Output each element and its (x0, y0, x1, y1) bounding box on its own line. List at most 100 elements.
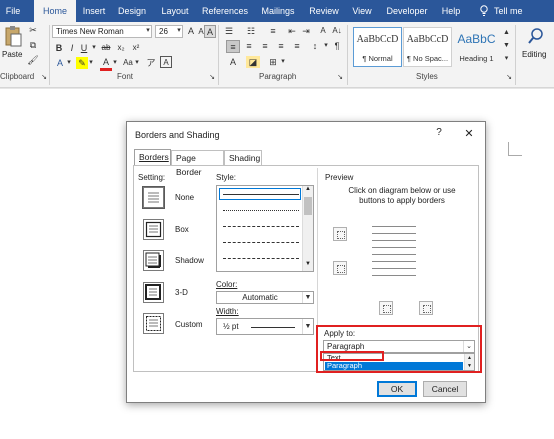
align-left-icon[interactable]: ≡ (226, 40, 240, 53)
style-no-spacing[interactable]: AaBbCcD ¶ No Spac... (403, 27, 452, 67)
width-dropdown[interactable]: ½ pt ▼ (216, 318, 314, 335)
style-option-dotted[interactable] (223, 210, 299, 211)
tab-borders[interactable]: Borders (134, 149, 171, 166)
chevron-down-icon[interactable]: ▾ (112, 57, 118, 69)
distributed-icon[interactable]: ≡ (290, 40, 304, 52)
editing-button[interactable]: Editing (522, 50, 546, 59)
style-heading-1[interactable]: AaBbC Heading 1 (452, 27, 501, 67)
scroll-down-icon[interactable]: ▼ (502, 40, 511, 52)
lightbulb-icon[interactable] (476, 0, 492, 22)
increase-indent-icon[interactable]: ⇥ (300, 25, 312, 37)
chevron-down-icon[interactable]: ▾ (90, 42, 98, 54)
help-button[interactable]: ? (431, 127, 447, 138)
chevron-down-icon[interactable]: ▼ (302, 319, 313, 334)
tab-page-border[interactable]: Page Border (171, 150, 224, 177)
numbering-icon[interactable]: ☷ (244, 25, 258, 37)
tab-shading[interactable]: Shading (224, 150, 262, 165)
shading-icon[interactable]: ◪ (246, 56, 260, 68)
style-option-dash-dot[interactable] (223, 258, 299, 259)
tab-layout[interactable]: Layout (156, 0, 194, 22)
scroll-down-icon[interactable]: ▼ (304, 261, 312, 270)
dialog-launcher-icon[interactable]: ↘ (40, 72, 48, 84)
scroll-up-icon[interactable]: ▲ (304, 186, 312, 195)
justify-icon[interactable]: ≡ (274, 40, 288, 52)
chevron-down-icon[interactable]: ▼ (302, 292, 313, 303)
paragraph-mark-icon[interactable]: ¶ (330, 40, 344, 52)
tab-view[interactable]: View (348, 0, 376, 22)
dialog-launcher-icon[interactable]: ↘ (208, 72, 216, 84)
subscript-icon[interactable]: x₂ (115, 42, 127, 54)
chevron-down-icon[interactable]: ▾ (66, 57, 72, 69)
borders-icon[interactable]: ⊞ (266, 56, 280, 68)
bottom-border-button[interactable] (333, 261, 347, 275)
asian-typography-icon[interactable]: A (226, 56, 240, 68)
setting-shadow-icon[interactable] (143, 250, 164, 271)
tab-home[interactable]: Home (34, 0, 76, 22)
align-right-icon[interactable]: ≡ (258, 40, 272, 52)
tab-developer[interactable]: Developer (382, 0, 432, 22)
change-case-icon[interactable]: Aa (122, 57, 134, 69)
setting-custom-label[interactable]: Custom (175, 320, 203, 329)
setting-3d-label[interactable]: 3-D (175, 288, 188, 297)
style-normal[interactable]: AaBbCcD ¶ Normal (353, 27, 402, 67)
dialog-launcher-icon[interactable]: ↘ (336, 72, 344, 84)
style-list-scrollbar[interactable]: ▲ ▼ (302, 186, 313, 271)
grow-font-icon[interactable]: A (186, 25, 196, 37)
format-painter-icon[interactable]: 🖌 (27, 54, 39, 66)
phonetic-guide-icon[interactable]: ア (145, 57, 157, 69)
close-button[interactable]: ✕ (461, 127, 477, 140)
left-border-button[interactable] (379, 301, 393, 315)
ok-button[interactable]: OK (377, 381, 417, 397)
cancel-button[interactable]: Cancel (423, 381, 467, 397)
tab-file[interactable]: File (0, 0, 26, 22)
underline-icon[interactable]: U (79, 42, 89, 54)
dialog-launcher-icon[interactable]: ↘ (505, 72, 513, 84)
scroll-up-icon[interactable]: ▲ (502, 27, 511, 39)
tab-review[interactable]: Review (306, 0, 342, 22)
border-style-list[interactable]: ▲ ▼ (216, 185, 314, 272)
chevron-down-icon[interactable]: ▾ (175, 25, 183, 37)
tab-help[interactable]: Help (438, 0, 464, 22)
setting-custom-icon[interactable] (143, 313, 164, 334)
paste-button-label[interactable]: Paste (2, 50, 22, 59)
font-name-input[interactable]: Times New Roman (52, 25, 152, 38)
italic-icon[interactable]: I (67, 42, 77, 54)
chevron-down-icon[interactable]: ▾ (88, 57, 94, 69)
setting-none-label[interactable]: None (175, 193, 194, 202)
setting-none-icon[interactable] (143, 187, 164, 208)
tab-insert[interactable]: Insert (78, 0, 110, 22)
multilevel-list-icon[interactable]: ≡ (266, 25, 280, 37)
tell-me-search[interactable]: Tell me (494, 0, 530, 22)
line-spacing-icon[interactable]: ↕ (308, 40, 322, 52)
cut-icon[interactable]: ✂ (27, 24, 39, 36)
chevron-down-icon[interactable]: ▾ (144, 25, 152, 37)
bold-icon[interactable]: B (54, 42, 64, 54)
tab-references[interactable]: References (198, 0, 252, 22)
font-color-icon[interactable]: A (100, 56, 112, 71)
more-styles-icon[interactable]: ▾ (502, 53, 511, 65)
paste-icon[interactable] (3, 25, 23, 49)
setting-3d-icon[interactable] (143, 282, 164, 303)
chevron-down-icon[interactable]: ▾ (323, 40, 329, 52)
color-dropdown[interactable]: Automatic ▼ (216, 291, 314, 304)
style-option-dashed[interactable] (223, 226, 299, 227)
superscript-icon[interactable]: x² (130, 42, 142, 54)
highlight-icon[interactable]: ✎ (76, 57, 88, 69)
asian-layout-icon[interactable]: A (316, 25, 330, 37)
chevron-down-icon[interactable]: ▾ (280, 56, 286, 68)
setting-box-icon[interactable] (143, 219, 164, 240)
scrollbar-thumb[interactable] (304, 197, 312, 215)
top-border-button[interactable] (333, 227, 347, 241)
setting-shadow-label[interactable]: Shadow (175, 256, 204, 265)
setting-box-label[interactable]: Box (175, 225, 189, 234)
strikethrough-icon[interactable]: ab (99, 42, 113, 54)
copy-icon[interactable]: ⧉ (27, 39, 39, 51)
decrease-indent-icon[interactable]: ⇤ (286, 25, 298, 37)
right-border-button[interactable] (419, 301, 433, 315)
character-border-icon[interactable]: A (160, 56, 172, 68)
align-center-icon[interactable]: ≡ (242, 40, 256, 52)
style-option-solid[interactable] (223, 194, 299, 195)
preview-diagram[interactable] (372, 224, 416, 280)
style-option-long-dash[interactable] (223, 242, 299, 243)
chevron-down-icon[interactable]: ▾ (134, 57, 140, 69)
